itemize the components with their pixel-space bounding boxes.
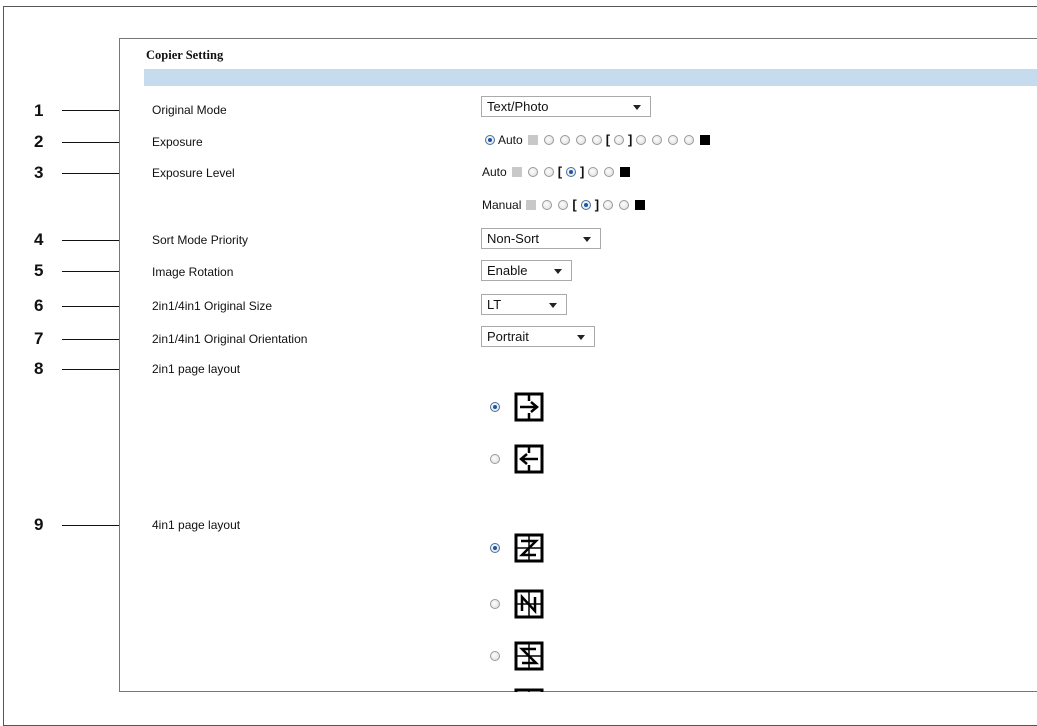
image-rotation-label: Image Rotation: [152, 265, 234, 279]
callout-4: 4: [34, 230, 44, 249]
panel-header-band: [144, 69, 1037, 86]
exposure-auto-label: Auto: [498, 133, 523, 147]
exposure-level-label: Exposure Level: [152, 166, 235, 180]
light-swatch-icon: [526, 200, 537, 210]
callout-1: 1: [34, 101, 44, 120]
bracket-open-icon: [: [557, 164, 563, 179]
bracket-close-icon: ]: [628, 132, 633, 147]
original-size-value: LT: [487, 297, 502, 312]
exposure-label: Exposure: [152, 135, 203, 149]
layout-4in1-label: 4in1 page layout: [152, 518, 241, 532]
reverse-z-order-icon: [514, 641, 544, 671]
manual-level-radio[interactable]: [619, 200, 630, 210]
original-orientation-label: 2in1/4in1 Original Orientation: [152, 332, 308, 346]
layout-4in1-radio-3[interactable]: [490, 651, 500, 661]
exposure-level-radio[interactable]: [591, 135, 602, 145]
original-mode-value: Text/Photo: [487, 99, 549, 114]
layout-4in1-option-2[interactable]: [490, 589, 544, 619]
layout-4in1-radio-2[interactable]: [490, 599, 500, 609]
bracket-close-icon: ]: [594, 197, 600, 212]
light-swatch-icon: [527, 135, 538, 145]
callout-3: 3: [34, 163, 44, 182]
callout-6: 6: [34, 296, 44, 315]
auto-level-radio[interactable]: [527, 167, 538, 177]
light-swatch-icon: [511, 167, 522, 177]
auto-level-radio[interactable]: [588, 167, 599, 177]
auto-level-radio[interactable]: [604, 167, 615, 177]
callout-9: 9: [34, 515, 44, 534]
dark-swatch-icon: [620, 167, 631, 177]
z-order-icon: [514, 533, 544, 563]
exposure-level-radio[interactable]: [559, 135, 570, 145]
exposure-auto-radio[interactable]: [485, 135, 495, 145]
exposure-level-radio[interactable]: [668, 135, 679, 145]
manual-level-radio[interactable]: [558, 200, 569, 210]
auto-level-radio[interactable]: [543, 167, 554, 177]
callout-8: 8: [34, 359, 44, 378]
dark-swatch-icon: [635, 200, 646, 210]
exposure-level-radio[interactable]: [575, 135, 586, 145]
sort-mode-priority-label: Sort Mode Priority: [152, 233, 249, 247]
callout-7: 7: [34, 329, 44, 348]
chevron-down-icon: [633, 105, 641, 110]
sort-mode-priority-select[interactable]: Non-Sort: [481, 228, 601, 249]
chevron-down-icon: [554, 269, 562, 274]
layout-2in1-option-2[interactable]: [490, 444, 544, 474]
layout-4in1-option-3[interactable]: [490, 641, 544, 671]
layout-2in1-radio-1[interactable]: [490, 402, 500, 412]
manual-level-radio[interactable]: [580, 200, 591, 210]
layout-2in1-label: 2in1 page layout: [152, 362, 241, 376]
layout-2in1-radio-2[interactable]: [490, 454, 500, 464]
original-orientation-value: Portrait: [487, 329, 529, 344]
layout-2in1-option-1[interactable]: [490, 392, 544, 422]
exposure-level-auto-label: Auto: [482, 165, 507, 179]
original-size-select[interactable]: LT: [481, 294, 567, 315]
layout-4in1-radio-1[interactable]: [490, 543, 500, 553]
dark-swatch-icon: [700, 135, 711, 145]
panel-title: Copier Setting: [146, 48, 224, 62]
right-to-left-icon: [514, 444, 544, 474]
layout-4in1-option-1[interactable]: [490, 533, 544, 563]
n-order-icon: [514, 589, 544, 619]
original-orientation-select[interactable]: Portrait: [481, 326, 595, 347]
bracket-open-icon: [: [572, 197, 577, 212]
auto-level-radio[interactable]: [566, 167, 577, 177]
manual-level-radio[interactable]: [603, 200, 614, 210]
exposure-level-manual-label: Manual: [482, 198, 522, 212]
sort-mode-priority-value: Non-Sort: [487, 231, 540, 246]
reverse-n-order-icon: [514, 688, 544, 692]
exposure-level-auto-group: Auto [ ]: [482, 163, 633, 181]
exposure-level-manual-group: Manual [ ]: [482, 196, 648, 214]
layout-4in1-option-4[interactable]: [490, 688, 544, 692]
original-mode-label: Original Mode: [152, 103, 227, 117]
image-rotation-value: Enable: [487, 263, 528, 278]
left-to-right-icon: [514, 392, 544, 422]
original-size-label: 2in1/4in1 Original Size: [152, 299, 273, 313]
chevron-down-icon: [577, 335, 585, 340]
exposure-level-radio[interactable]: [684, 135, 695, 145]
bracket-open-icon: [: [605, 132, 611, 147]
callout-2: 2: [34, 132, 44, 151]
exposure-level-radio[interactable]: [636, 135, 647, 145]
image-rotation-select[interactable]: Enable: [481, 260, 572, 281]
exposure-level-radio[interactable]: [652, 135, 663, 145]
original-mode-select[interactable]: Text/Photo: [481, 96, 651, 117]
callout-5: 5: [34, 261, 44, 280]
chevron-down-icon: [549, 303, 557, 308]
manual-level-radio[interactable]: [542, 200, 553, 210]
exposure-level-radio[interactable]: [543, 135, 554, 145]
bracket-close-icon: ]: [580, 164, 585, 179]
chevron-down-icon: [583, 237, 591, 242]
exposure-level-radio[interactable]: [614, 135, 625, 145]
exposure-radio-group: Auto [ ]: [482, 131, 713, 149]
